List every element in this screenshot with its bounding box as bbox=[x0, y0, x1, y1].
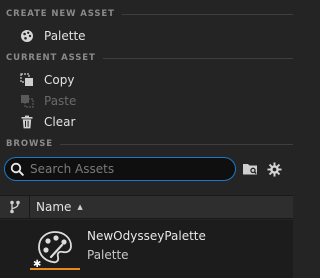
folder-search-icon bbox=[242, 162, 259, 176]
sort-ascending-icon: ▲ bbox=[77, 203, 83, 211]
gear-icon bbox=[266, 161, 282, 177]
menu-item-clear-label: Clear bbox=[44, 115, 76, 129]
settings-button[interactable] bbox=[265, 161, 283, 177]
menu-item-palette[interactable]: Palette bbox=[0, 26, 293, 46]
menu-item-copy-label: Copy bbox=[44, 73, 75, 87]
copy-icon bbox=[20, 73, 34, 87]
section-header-browse: BROWSE bbox=[6, 139, 293, 149]
asset-list-item[interactable]: ✱ NewOdysseyPalette Palette bbox=[0, 220, 293, 278]
asset-name: NewOdysseyPalette bbox=[87, 229, 206, 243]
name-column-label: Name bbox=[36, 200, 72, 214]
section-title-current-asset: CURRENT ASSET bbox=[6, 53, 96, 63]
asset-list-header: Name ▲ bbox=[0, 195, 293, 219]
branch-icon bbox=[9, 200, 21, 214]
palette-asset-icon bbox=[20, 29, 34, 43]
asset-type: Palette bbox=[87, 248, 129, 262]
divider bbox=[59, 143, 293, 145]
section-title-browse: BROWSE bbox=[6, 139, 53, 149]
section-header-create-new-asset: CREATE NEW ASSET bbox=[6, 9, 293, 19]
source-control-column[interactable] bbox=[0, 196, 30, 218]
search-icon bbox=[10, 162, 24, 176]
folder-browse-button[interactable] bbox=[241, 161, 259, 177]
name-column-header[interactable]: Name ▲ bbox=[30, 200, 83, 214]
menu-item-copy[interactable]: Copy bbox=[0, 70, 293, 90]
paste-icon bbox=[20, 94, 34, 108]
menu-item-palette-label: Palette bbox=[44, 29, 86, 43]
divider bbox=[102, 57, 293, 59]
trash-icon bbox=[20, 115, 34, 129]
asset-type-color-bar bbox=[30, 268, 80, 270]
section-header-current-asset: CURRENT ASSET bbox=[6, 53, 293, 63]
section-title-create-new-asset: CREATE NEW ASSET bbox=[6, 9, 115, 19]
menu-item-paste[interactable]: Paste bbox=[0, 91, 293, 111]
search-input[interactable] bbox=[30, 162, 230, 176]
menu-item-clear[interactable]: Clear bbox=[0, 112, 293, 132]
palette-thumbnail-icon bbox=[37, 230, 73, 264]
divider bbox=[121, 13, 293, 15]
asset-thumbnail: ✱ bbox=[30, 225, 80, 270]
search-box[interactable] bbox=[4, 157, 236, 181]
menu-item-paste-label: Paste bbox=[44, 94, 77, 108]
